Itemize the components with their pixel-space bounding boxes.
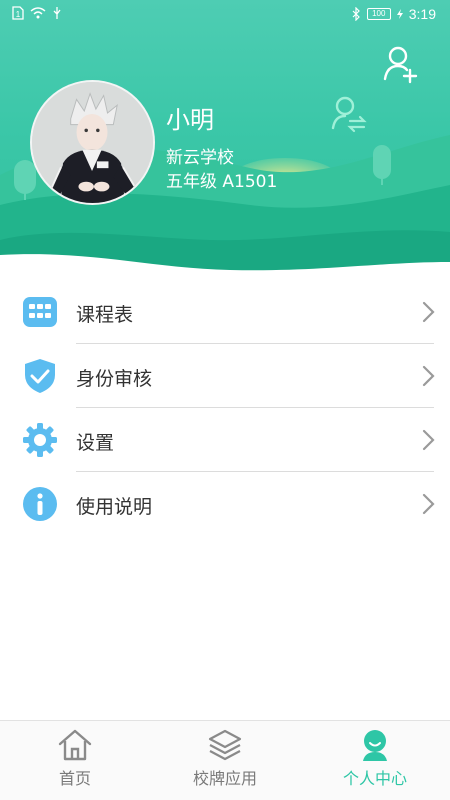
chevron-right-icon bbox=[422, 493, 435, 515]
sim-card-icon: 1 bbox=[12, 6, 24, 20]
profile-name: 小明 bbox=[166, 106, 214, 134]
profile-header: 1 100 3:19 小明 新云学校 五年级 A1501 bbox=[0, 0, 450, 285]
home-icon bbox=[58, 729, 92, 761]
menu-item-settings[interactable]: 设置 bbox=[0, 408, 450, 472]
layers-icon bbox=[208, 729, 242, 761]
timetable-grid-icon bbox=[23, 297, 57, 327]
chevron-right-icon bbox=[422, 429, 435, 451]
info-icon bbox=[23, 487, 57, 521]
profile-school: 新云学校 bbox=[166, 148, 234, 168]
nav-label: 首页 bbox=[58, 769, 91, 788]
usb-icon bbox=[53, 7, 61, 19]
chevron-right-icon bbox=[422, 301, 435, 323]
menu-item-label: 设置 bbox=[76, 432, 115, 454]
profile-menu: 课程表 身份审核 设置 使用说明 bbox=[0, 280, 450, 536]
menu-item-timetable[interactable]: 课程表 bbox=[0, 280, 450, 344]
nav-item-home[interactable]: 首页 bbox=[0, 721, 150, 800]
menu-item-identity-review[interactable]: 身份审核 bbox=[0, 344, 450, 408]
charging-bolt-icon bbox=[396, 9, 403, 19]
switch-user-button[interactable] bbox=[330, 94, 368, 134]
profile-class: 五年级 A1501 bbox=[166, 172, 278, 192]
battery-indicator: 100 bbox=[366, 8, 391, 20]
menu-item-label: 使用说明 bbox=[76, 496, 153, 518]
menu-item-label: 课程表 bbox=[76, 304, 134, 326]
status-icons-right: 100 3:19 bbox=[351, 6, 436, 22]
nav-label: 个人中心 bbox=[342, 769, 407, 788]
bluetooth-icon bbox=[352, 7, 360, 21]
profile-screen: 1 100 3:19 小明 新云学校 五年级 A1501 课程表 身份审核 设置… bbox=[0, 0, 450, 800]
status-bar: 1 100 3:19 bbox=[0, 0, 450, 30]
chevron-right-icon bbox=[422, 365, 435, 387]
svg-text:1: 1 bbox=[16, 10, 21, 19]
add-user-icon bbox=[383, 46, 418, 84]
shield-check-icon bbox=[25, 359, 55, 393]
avatar-illustration bbox=[32, 82, 153, 203]
add-user-button[interactable] bbox=[382, 44, 420, 84]
status-time: 3:19 bbox=[408, 6, 436, 22]
menu-item-user-guide[interactable]: 使用说明 bbox=[0, 472, 450, 536]
status-icons-left: 1 bbox=[12, 6, 62, 20]
person-icon bbox=[363, 730, 387, 761]
gear-icon bbox=[23, 423, 57, 457]
wifi-icon bbox=[30, 7, 46, 19]
switch-user-icon bbox=[331, 96, 367, 133]
menu-item-label: 身份审核 bbox=[76, 368, 153, 390]
nav-item-badge-apps[interactable]: 校牌应用 bbox=[150, 721, 300, 800]
nav-item-personal-center[interactable]: 个人中心 bbox=[300, 721, 450, 800]
nav-label: 校牌应用 bbox=[192, 769, 257, 788]
avatar[interactable] bbox=[30, 80, 155, 205]
bottom-nav: 首页 校牌应用 个人中心 bbox=[0, 720, 450, 800]
